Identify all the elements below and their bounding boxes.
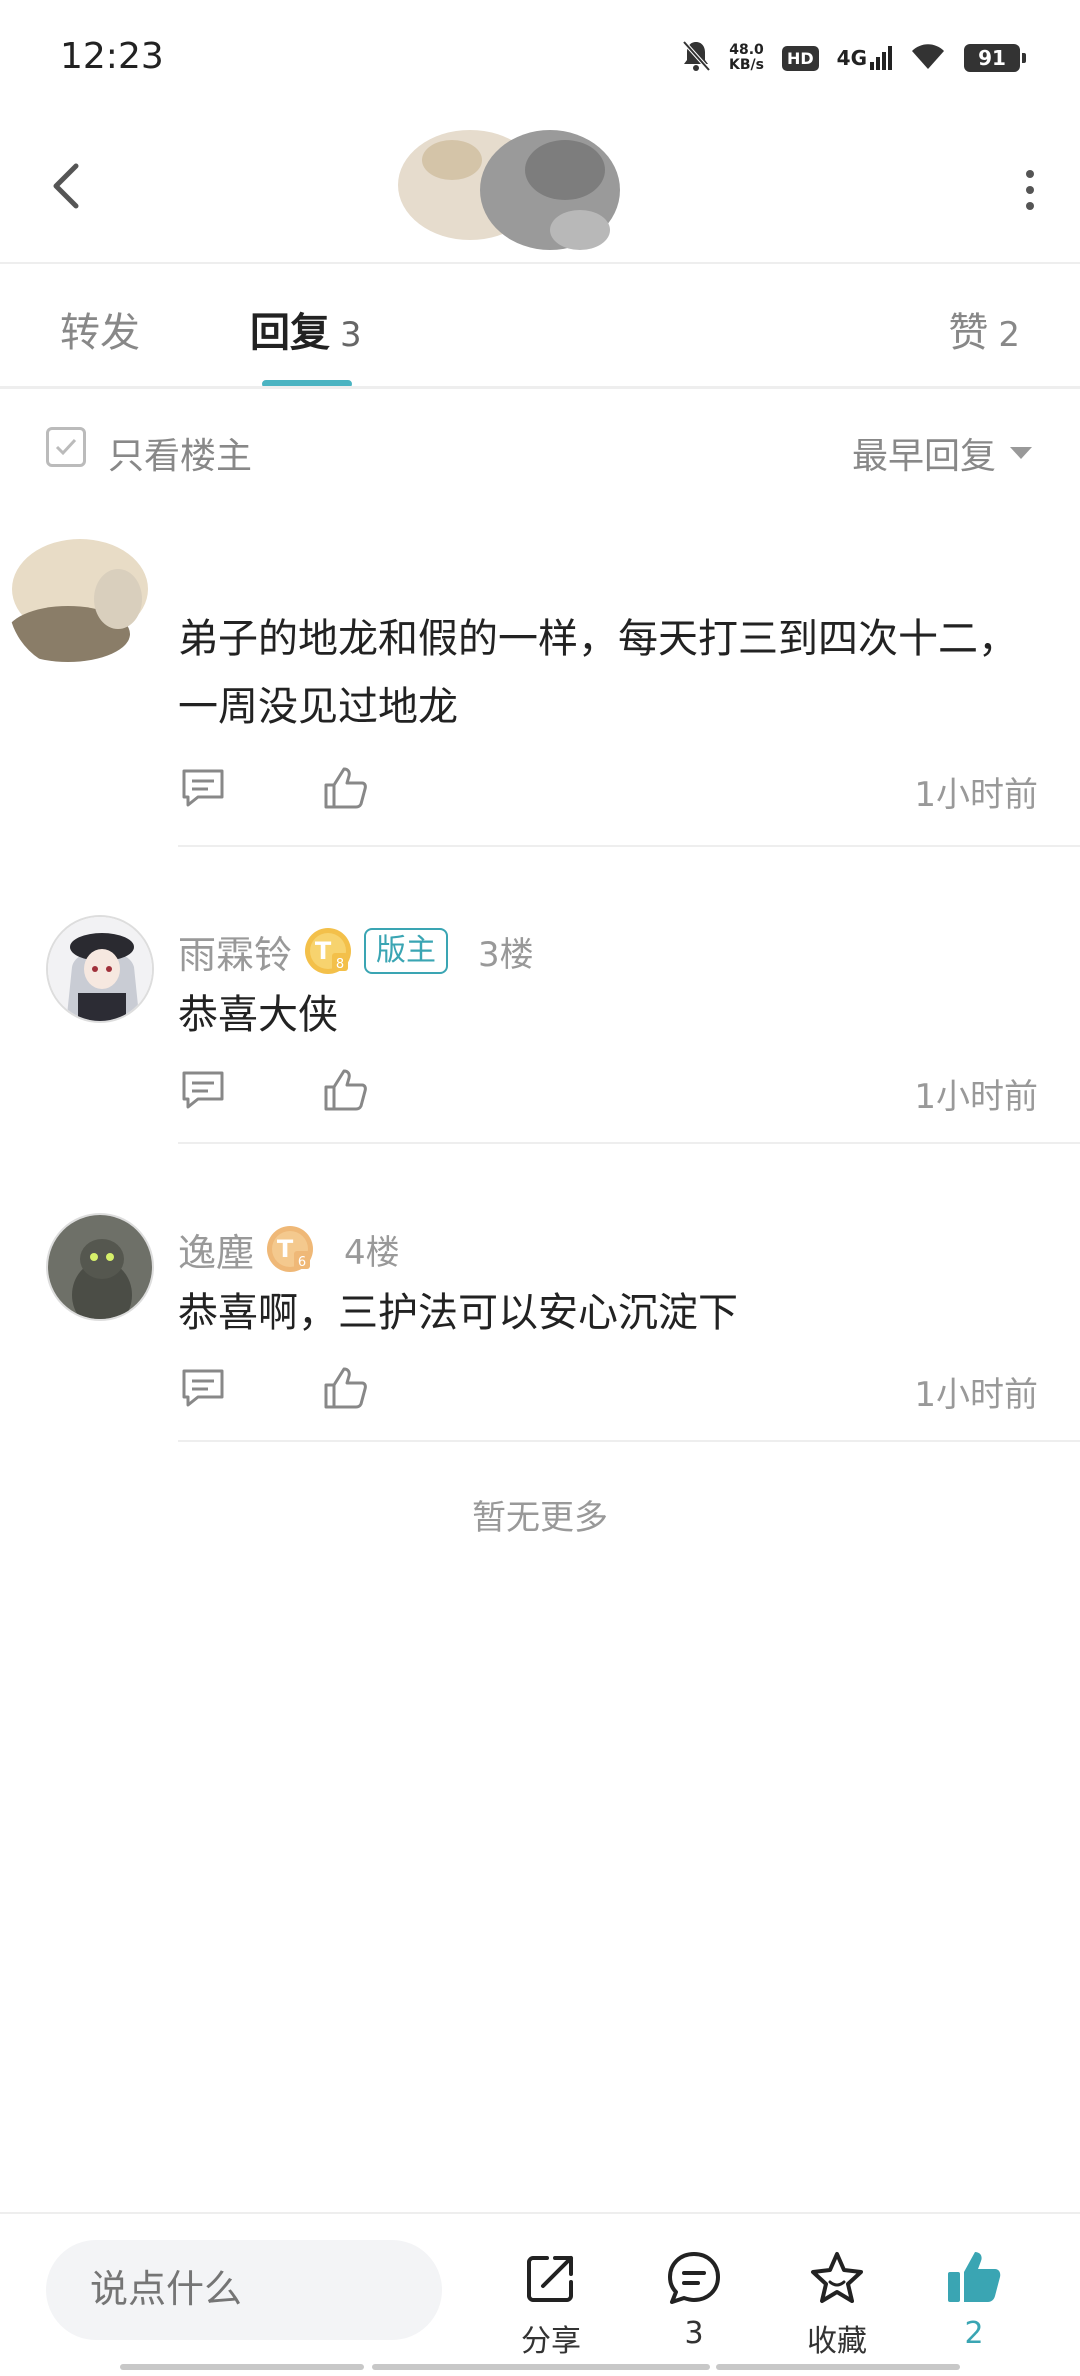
reply-text: 恭喜啊，三护法可以安心沉淀下 [178, 1290, 738, 1336]
divider [178, 1440, 1080, 1442]
username[interactable]: 逸塵 [178, 1222, 254, 1277]
like-button[interactable] [320, 1363, 370, 1413]
net-speed-unit: KB/s [729, 57, 764, 73]
reply-page: 12:23 48.0 KB/s HD 4G 91 转发 回复 3 赞 2 只看楼… [0, 0, 1080, 2376]
share-icon [527, 2256, 573, 2302]
no-more-text: 暂无更多 [472, 1498, 608, 1538]
tab-forward[interactable]: 转发 [60, 300, 140, 358]
username[interactable]: 雨霖铃 [178, 924, 292, 979]
like-count-button[interactable]: 2 [914, 2248, 1034, 2351]
battery-icon: 91 [964, 44, 1026, 72]
bell-off-icon [681, 39, 711, 77]
level-number: 8 [336, 957, 344, 972]
back-button[interactable] [40, 146, 96, 226]
only-op-label[interactable]: 只看楼主 [108, 427, 252, 479]
thread-author-avatar[interactable] [390, 110, 635, 265]
level-number: 6 [298, 1255, 306, 1270]
filter-row: 只看楼主 最早回复 [0, 405, 1080, 495]
share-button[interactable]: 分享 [491, 2248, 611, 2360]
favorite-label: 收藏 [807, 2324, 867, 2359]
tab-reply-label: 回复 [250, 310, 330, 356]
gesture-bar [372, 2364, 710, 2370]
like-button[interactable] [320, 763, 370, 813]
chevron-left-icon [53, 163, 79, 209]
like-button[interactable] [320, 1065, 370, 1115]
comment-button[interactable] [178, 1065, 228, 1115]
net-speed-value: 48.0 [729, 42, 764, 58]
more-dot-icon [1026, 186, 1034, 194]
tab-bar: 转发 回复 3 赞2 [0, 264, 1080, 388]
sort-label: 最早回复 [851, 436, 996, 477]
like-count: 2 [964, 2316, 984, 2351]
comment-button[interactable] [178, 763, 228, 813]
reply-header: 雨霖铃 T 8 版主 3楼 [178, 925, 534, 977]
reply-header: 逸塵 T 6 4楼 [178, 1223, 400, 1275]
check-icon [55, 438, 77, 456]
star-icon [811, 2252, 863, 2303]
network-type: 4G [836, 46, 867, 70]
more-options-button[interactable] [1010, 150, 1050, 230]
bottom-bar: 分享 3 收藏 2 [0, 2214, 1080, 2376]
signal-icon: 4G [837, 46, 892, 70]
reply-time: 1小时前 [914, 775, 1038, 815]
comment-icon [182, 1369, 224, 1407]
gesture-bar [716, 2364, 960, 2370]
avatar[interactable] [46, 915, 154, 1023]
gesture-bar [120, 2364, 364, 2370]
moderator-badge: 版主 [364, 928, 449, 974]
more-dot-icon [1026, 170, 1034, 178]
avatar[interactable] [8, 529, 150, 671]
divider [0, 386, 1080, 389]
floor-number: 4楼 [344, 1232, 400, 1273]
hd-badge: HD [781, 45, 819, 71]
divider [178, 845, 1080, 847]
reply-time: 1小时前 [914, 1375, 1038, 1415]
net-speed: 48.0 KB/s [729, 43, 764, 73]
share-label: 分享 [521, 2324, 581, 2359]
reply-count-button[interactable]: 3 [634, 2248, 754, 2351]
reply-text: 弟子的地龙和假的一样，每天打三到四次十二，一周没见过地龙 [178, 616, 1018, 730]
reply-time: 1小时前 [914, 1077, 1038, 1117]
tab-like-count: 2 [998, 315, 1020, 355]
reply-count: 3 [684, 2316, 704, 2351]
tab-reply[interactable]: 回复 3 [250, 300, 362, 358]
svg-text:T: T [315, 937, 332, 965]
sort-dropdown[interactable]: 最早回复 [852, 427, 1032, 479]
only-op-checkbox[interactable] [46, 427, 86, 467]
more-dot-icon [1026, 202, 1034, 210]
tab-reply-count: 3 [340, 315, 362, 355]
status-time: 12:23 [60, 36, 164, 77]
comment-button[interactable] [178, 1363, 228, 1413]
tab-like-label: 赞 [948, 310, 989, 356]
avatar[interactable] [46, 1213, 154, 1321]
comment-bubble-icon [668, 2252, 720, 2304]
level-badge-icon: T 8 [305, 928, 352, 974]
thumb-up-icon [324, 1367, 367, 1409]
comment-input[interactable] [46, 2240, 442, 2340]
status-icons: 48.0 KB/s HD 4G 91 [681, 36, 1026, 80]
level-badge-icon: T 6 [267, 1226, 314, 1272]
comment-icon [182, 1071, 224, 1109]
reply-actions: 1小时前 [178, 1363, 1038, 1423]
tab-like[interactable]: 赞2 [948, 300, 1020, 358]
status-bar: 12:23 48.0 KB/s HD 4G 91 [0, 0, 1080, 110]
floor-number: 3楼 [478, 934, 534, 975]
reply-text: 恭喜大侠 [178, 992, 338, 1038]
svg-text:T: T [277, 1235, 294, 1263]
favorite-button[interactable]: 收藏 [777, 2248, 897, 2360]
thumb-up-icon [324, 767, 367, 809]
reply-actions: 1小时前 [178, 1065, 1038, 1125]
reply-actions: 1小时前 [178, 763, 1038, 823]
wifi-icon [910, 41, 946, 75]
comment-icon [182, 769, 224, 807]
caret-down-icon [1010, 447, 1032, 459]
tab-forward-label: 转发 [60, 310, 140, 356]
thumb-up-filled-icon [948, 2252, 1001, 2302]
divider [178, 1142, 1080, 1144]
thumb-up-icon [324, 1069, 367, 1111]
nav-bar [0, 110, 1080, 260]
